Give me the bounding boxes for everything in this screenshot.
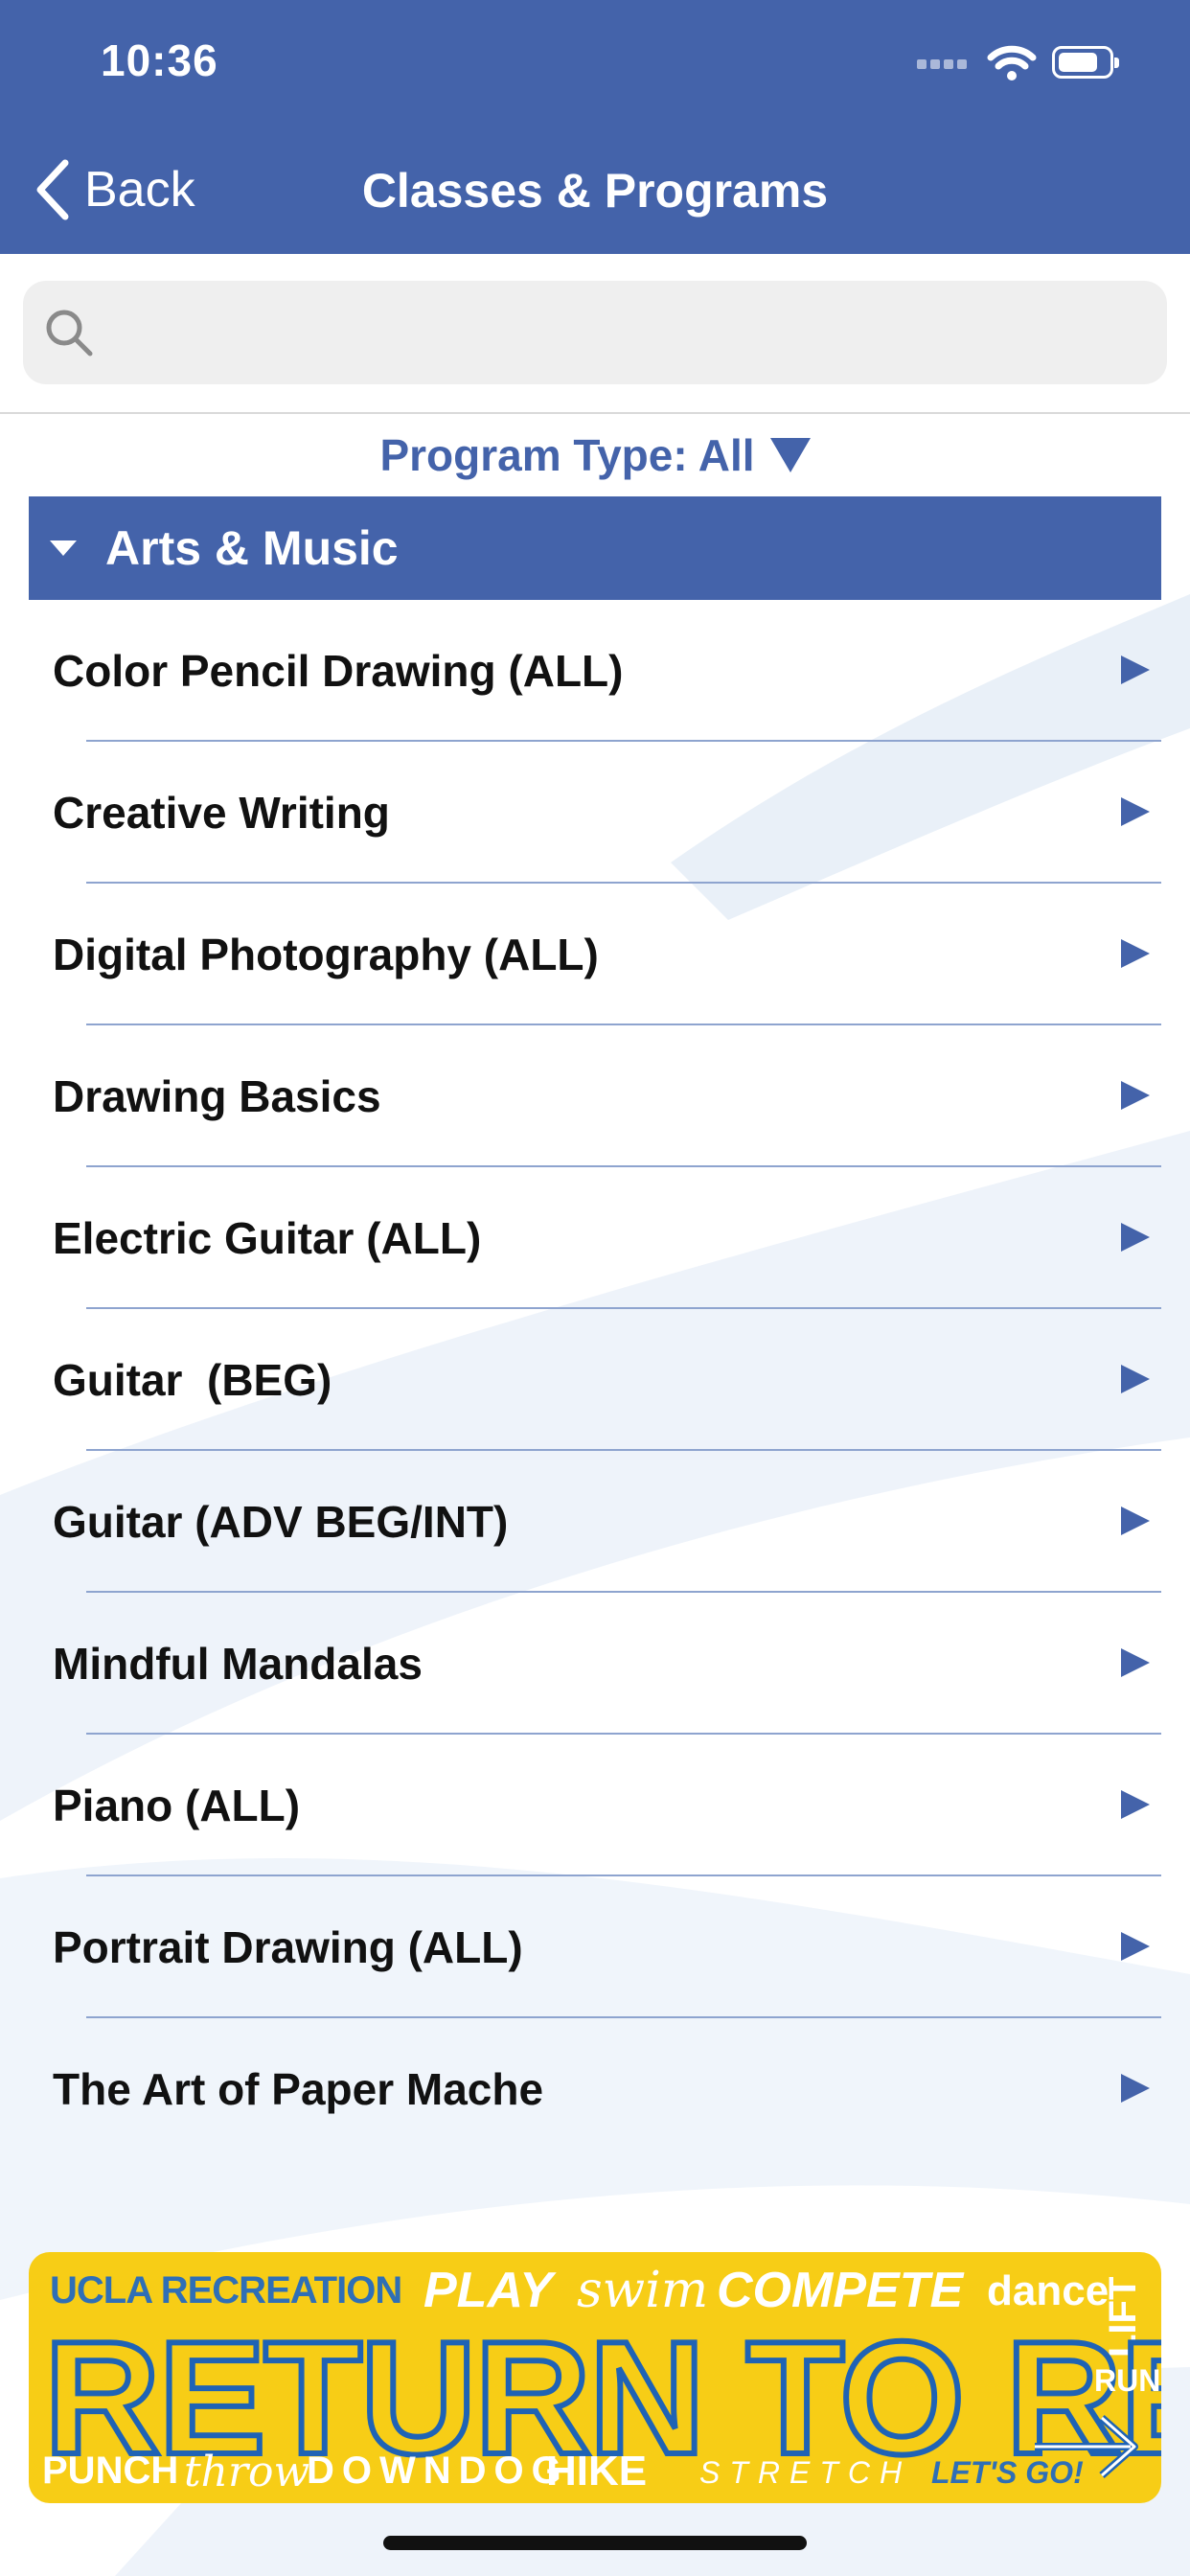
home-indicator[interactable]: [383, 2536, 807, 2550]
banner-run: RUN: [1094, 2363, 1161, 2398]
banner-downdog: DOWNDOG: [307, 2450, 569, 2492]
list-item[interactable]: The Art of Paper Mache: [0, 2018, 1190, 2160]
search-field[interactable]: [23, 281, 1167, 386]
nav-header: 10:36 Back Classes & Programs: [0, 0, 1190, 254]
caret-down-icon: [50, 540, 77, 556]
filter-label: Program Type: All: [379, 430, 755, 480]
list-item[interactable]: Portrait Drawing (ALL): [0, 1876, 1190, 2018]
play-arrow-icon: [1121, 1365, 1150, 1393]
section-header-arts-music[interactable]: Arts & Music: [29, 496, 1161, 600]
list-item-label: Portrait Drawing (ALL): [53, 1922, 523, 1972]
banner-hike: HIKE: [546, 2448, 648, 2495]
list-item-label: Guitar (ADV BEG/INT): [53, 1497, 509, 1547]
return-to-rec-banner[interactable]: UCLA RECREATION PLAY swim COMPETE dance …: [29, 2252, 1161, 2503]
play-arrow-icon: [1121, 2074, 1150, 2103]
banner-ucla-recreation: UCLA RECREATION: [50, 2269, 402, 2312]
play-arrow-icon: [1121, 1506, 1150, 1535]
play-arrow-icon: [1121, 939, 1150, 968]
list-item-label: Mindful Mandalas: [53, 1639, 423, 1689]
banner-throw: throw: [184, 2448, 310, 2496]
list-item-label: Drawing Basics: [53, 1071, 381, 1121]
list-item[interactable]: Digital Photography (ALL): [0, 884, 1190, 1025]
program-list: Color Pencil Drawing (ALL) Creative Writ…: [0, 600, 1190, 2160]
list-item[interactable]: Drawing Basics: [0, 1025, 1190, 1167]
play-arrow-icon: [1121, 1648, 1150, 1677]
list-item[interactable]: Electric Guitar (ALL): [0, 1167, 1190, 1309]
list-item-label: The Art of Paper Mache: [53, 2064, 544, 2114]
banner-stretch: STRETCH: [699, 2455, 912, 2490]
arrow-right-icon: [1035, 2415, 1138, 2478]
battery-icon: [1052, 46, 1119, 79]
list-item-label: Piano (ALL): [53, 1781, 301, 1830]
list-item[interactable]: Guitar (ADV BEG/INT): [0, 1451, 1190, 1593]
wifi-icon: [987, 45, 1037, 80]
list-item[interactable]: Color Pencil Drawing (ALL): [0, 600, 1190, 742]
section-title: Arts & Music: [105, 521, 399, 575]
cellular-signal-icon: [917, 59, 967, 69]
list-item[interactable]: Guitar (BEG): [0, 1309, 1190, 1451]
list-item[interactable]: Creative Writing: [0, 742, 1190, 884]
search-bar: [0, 254, 1190, 414]
banner-punch: PUNCH: [42, 2450, 179, 2492]
play-arrow-icon: [1121, 1790, 1150, 1819]
play-arrow-icon: [1121, 1081, 1150, 1110]
list-item[interactable]: Mindful Mandalas: [0, 1593, 1190, 1735]
triangle-down-icon: [769, 438, 811, 472]
list-item-label: Electric Guitar (ALL): [53, 1213, 482, 1263]
search-input[interactable]: [119, 281, 1157, 386]
play-arrow-icon: [1121, 1223, 1150, 1252]
list-item[interactable]: Piano (ALL): [0, 1735, 1190, 1876]
list-item-label: Color Pencil Drawing (ALL): [53, 646, 624, 696]
play-arrow-icon: [1121, 1932, 1150, 1961]
page-title: Classes & Programs: [361, 164, 829, 218]
search-icon: [46, 310, 93, 356]
program-type-filter[interactable]: Program Type: All: [0, 422, 1190, 489]
list-item-label: Guitar (BEG): [53, 1355, 332, 1405]
play-arrow-icon: [1121, 797, 1150, 826]
status-time: 10:36: [101, 35, 218, 85]
play-arrow-icon: [1121, 656, 1150, 684]
list-item-label: Digital Photography (ALL): [53, 930, 599, 979]
list-item-label: Creative Writing: [53, 788, 390, 838]
